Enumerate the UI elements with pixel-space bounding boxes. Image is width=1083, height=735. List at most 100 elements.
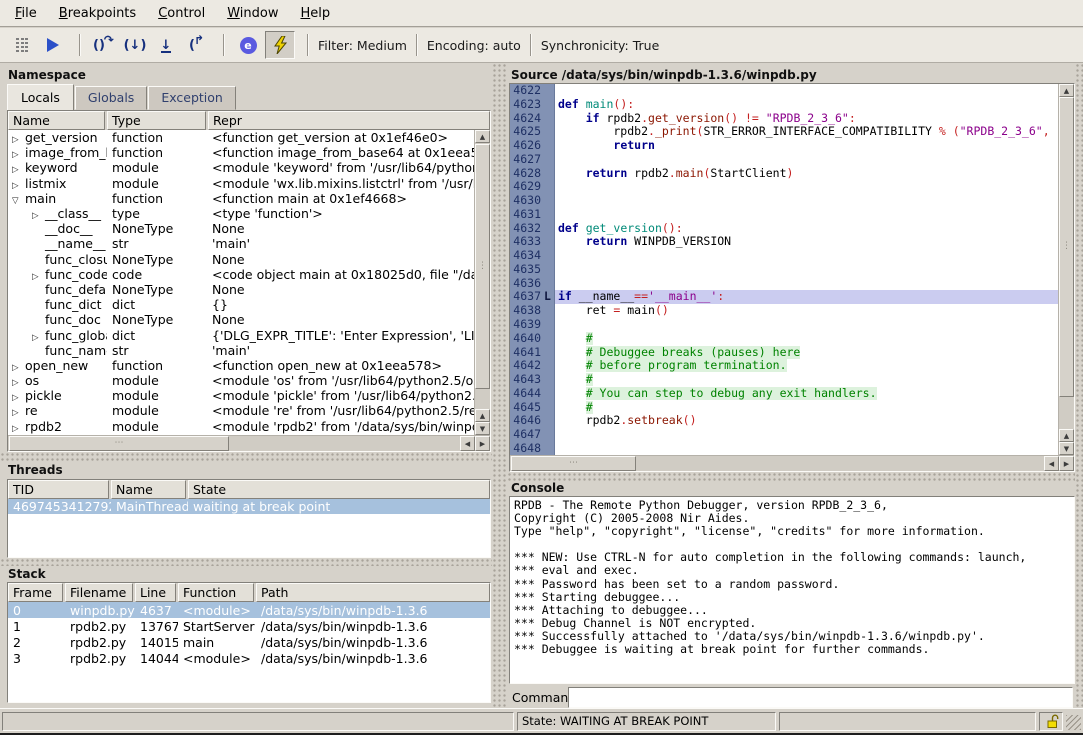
column-header-filename[interactable]: Filename	[65, 583, 133, 602]
threads-stack-splitter[interactable]	[0, 558, 492, 566]
expand-arrow-icon[interactable]: ▷	[12, 408, 25, 418]
line-number-gutter[interactable]: 4633	[510, 235, 555, 249]
tab-globals[interactable]: Globals	[75, 86, 147, 110]
expand-arrow-icon[interactable]: ▷	[12, 378, 25, 388]
source-line[interactable]: 4648	[510, 442, 1058, 455]
line-number-gutter[interactable]: 4631	[510, 208, 555, 222]
expand-arrow-icon[interactable]: ▷	[12, 181, 25, 191]
line-number-gutter[interactable]: 4644	[510, 387, 555, 401]
source-line[interactable]: 4636	[510, 277, 1058, 291]
line-number-gutter[interactable]: 4624	[510, 112, 555, 126]
namespace-row[interactable]: ▷osmodule<module 'os' from '/usr/lib64/p…	[8, 373, 474, 388]
menu-file[interactable]: File	[4, 6, 48, 21]
next-button[interactable]: ()↷	[90, 32, 118, 58]
line-number-gutter[interactable]: 4643	[510, 373, 555, 387]
column-header-repr[interactable]: Repr	[208, 111, 490, 130]
source-line[interactable]: 4640 #	[510, 332, 1058, 346]
namespace-row[interactable]: ▷__class__type<type 'function'>	[8, 206, 474, 221]
menu-breakpoints[interactable]: Breakpoints	[48, 6, 147, 21]
source-line[interactable]: 4647	[510, 428, 1058, 442]
source-line[interactable]: 4635	[510, 263, 1058, 277]
column-header-state[interactable]: State	[188, 480, 490, 499]
source-line[interactable]: 4622	[510, 84, 1058, 98]
expand-arrow-icon[interactable]: ▷	[12, 393, 25, 403]
line-number-gutter[interactable]: 4628	[510, 167, 555, 181]
right-edge-splitter[interactable]	[1075, 63, 1083, 708]
source-line[interactable]: 4643 #	[510, 373, 1058, 387]
namespace-row[interactable]: ▷keywordmodule<module 'keyword' from '/u…	[8, 160, 474, 175]
column-header-type[interactable]: Type	[107, 111, 206, 130]
source-vertical-scrollbar[interactable]: ▲ ▲ ▼	[1058, 84, 1074, 455]
source-line[interactable]: 4633 return WINPDB_VERSION	[510, 235, 1058, 249]
line-number-gutter[interactable]: 4622	[510, 84, 555, 98]
namespace-row[interactable]: func_defaulNoneTypeNone	[8, 282, 474, 297]
namespace-row[interactable]: ▷image_from_bfunction<function image_fro…	[8, 145, 474, 160]
source-line[interactable]: 4630	[510, 194, 1058, 208]
source-line[interactable]: 4626 return	[510, 139, 1058, 153]
line-number-gutter[interactable]: 4647	[510, 428, 555, 442]
namespace-row[interactable]: func_closurNoneTypeNone	[8, 252, 474, 267]
namespace-vertical-scrollbar[interactable]: ▲ ▲ ▼	[474, 130, 490, 435]
namespace-row[interactable]: ▷listmixmodule<module 'wx.lib.mixins.lis…	[8, 176, 474, 191]
namespace-row[interactable]: ▷func_globaldict{'DLG_EXPR_TITLE': 'Ente…	[8, 327, 474, 342]
scroll-up-icon[interactable]: ▲	[1059, 429, 1074, 442]
namespace-row[interactable]: ▷func_codecode<code object main at 0x180…	[8, 267, 474, 282]
command-input[interactable]	[568, 687, 1073, 708]
go-button[interactable]	[39, 32, 67, 58]
line-number-gutter[interactable]: 4645	[510, 401, 555, 415]
expand-arrow-icon[interactable]: ▷	[12, 363, 25, 373]
menu-control[interactable]: Control	[147, 6, 216, 21]
line-number-gutter[interactable]: 4636	[510, 277, 555, 291]
source-line[interactable]: 4641 # Debuggee breaks (pauses) here	[510, 346, 1058, 360]
source-line[interactable]: 4645 #	[510, 401, 1058, 415]
source-line[interactable]: 4639	[510, 318, 1058, 332]
menu-window[interactable]: Window	[216, 6, 289, 21]
scroll-down-icon[interactable]: ▼	[475, 422, 490, 435]
column-header-name[interactable]: Name	[111, 480, 186, 499]
menu-help[interactable]: Help	[289, 6, 341, 21]
source-line[interactable]: 4625 rpdb2._print(STR_ERROR_INTERFACE_CO…	[510, 125, 1058, 139]
synchronicity-toggle-button[interactable]	[265, 31, 295, 59]
column-header-line[interactable]: Line	[135, 583, 176, 602]
source-line[interactable]: 4644 # You can step to debug any exit ha…	[510, 387, 1058, 401]
namespace-row[interactable]: func_docNoneTypeNone	[8, 312, 474, 327]
line-number-gutter[interactable]: 4642	[510, 359, 555, 373]
namespace-row[interactable]: ▷rpdb2module<module 'rpdb2' from '/data/…	[8, 419, 474, 434]
source-line[interactable]: 4627	[510, 153, 1058, 167]
stack-frame-row[interactable]: 2rpdb2.py14015main/data/sys/bin/winpdb-1…	[8, 634, 490, 650]
tab-exception[interactable]: Exception	[148, 86, 236, 110]
source-view[interactable]: 46224623def main():4624 if rpdb2.get_ver…	[509, 83, 1075, 472]
line-number-gutter[interactable]: 4634	[510, 249, 555, 263]
line-number-gutter[interactable]: 4637L	[510, 290, 555, 304]
thread-row[interactable]: 46974534127920MainThreadwaiting at break…	[8, 499, 490, 514]
return-button[interactable]: (↱	[183, 32, 211, 58]
line-number-gutter[interactable]: 4638	[510, 304, 555, 318]
source-line[interactable]: 4623def main():	[510, 98, 1058, 112]
source-line[interactable]: 4646 rpdb2.setbreak()	[510, 414, 1058, 428]
namespace-threads-splitter[interactable]	[0, 452, 492, 462]
source-line[interactable]: 4628 return rpdb2.main(StartClient)	[510, 167, 1058, 181]
resize-grip[interactable]	[1066, 715, 1081, 730]
expand-arrow-icon[interactable]: ▷	[12, 135, 25, 145]
expand-arrow-icon[interactable]: ▷	[32, 333, 45, 343]
scroll-right-icon[interactable]: ▶	[1059, 456, 1074, 471]
namespace-row[interactable]: __doc__NoneTypeNone	[8, 221, 474, 236]
expand-arrow-icon[interactable]: ▷	[12, 165, 25, 175]
namespace-row[interactable]: ▽mainfunction<function main at 0x1ef4668…	[8, 191, 474, 206]
source-line[interactable]: 4631	[510, 208, 1058, 222]
console-output[interactable]: RPDB - The Remote Python Debugger, versi…	[509, 496, 1075, 684]
namespace-row[interactable]: ▷remodule<module 're' from '/usr/lib64/p…	[8, 403, 474, 418]
column-header-function[interactable]: Function	[178, 583, 254, 602]
scroll-up-icon[interactable]: ▲	[1059, 84, 1074, 97]
line-number-gutter[interactable]: 4646	[510, 414, 555, 428]
stack-frame-row[interactable]: 3rpdb2.py14044<module>/data/sys/bin/winp…	[8, 650, 490, 666]
source-line[interactable]: 4642 # before program termination.	[510, 359, 1058, 373]
scroll-left-icon[interactable]: ◀	[1044, 456, 1059, 471]
line-number-gutter[interactable]: 4625	[510, 125, 555, 139]
scroll-up-icon[interactable]: ▲	[475, 409, 490, 422]
source-line[interactable]: 4632def get_version():	[510, 222, 1058, 236]
line-number-gutter[interactable]: 4648	[510, 442, 555, 455]
step-button[interactable]: (↓)	[121, 32, 149, 58]
line-number-gutter[interactable]: 4641	[510, 346, 555, 360]
namespace-row[interactable]: ▷get_versionfunction<function get_versio…	[8, 130, 474, 145]
